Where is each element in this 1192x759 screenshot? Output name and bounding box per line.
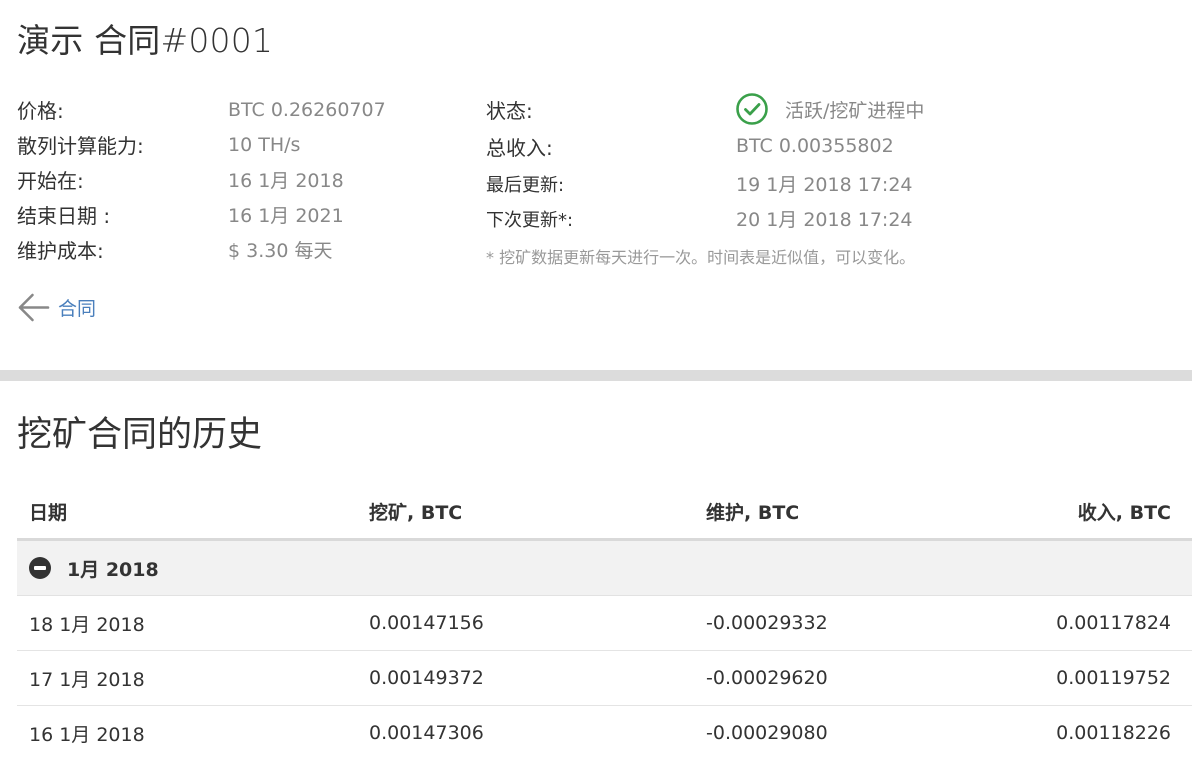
start-date-value: 16 1月 2018: [228, 170, 344, 192]
detail-row-next-update: 下次更新*: 20 1月 2018 17:24: [486, 201, 924, 236]
table-row: 18 1月 2018 0.00147156 -0.00029332 0.0011…: [17, 596, 1192, 651]
status-value: 活跃/挖矿进程中: [785, 99, 925, 122]
column-header-income: 收入, BTC: [1077, 502, 1171, 524]
detail-row-end: 结束日期 : 16 1月 2021: [17, 197, 386, 232]
detail-row-income: 总收入: BTC 0.00355802: [486, 126, 924, 166]
table-row: 17 1月 2018 0.00149372 -0.00029620 0.0011…: [17, 651, 1192, 706]
history-table: 日期 挖矿, BTC 维护, BTC 收入, BTC 1月 2018 18 1月…: [17, 485, 1192, 759]
end-date-value: 16 1月 2021: [228, 205, 344, 227]
end-date-label: 结束日期 :: [17, 204, 111, 228]
status-label: 状态:: [486, 98, 533, 123]
column-header-mined: 挖矿, BTC: [369, 502, 463, 524]
back-link-label: 合同: [58, 298, 97, 320]
maintenance-label: 维护成本:: [17, 239, 104, 263]
section-divider: [0, 370, 1192, 381]
detail-row-hashrate: 散列计算能力: 10 TH/s: [17, 127, 386, 162]
cell-date: 18 1月 2018: [29, 613, 145, 636]
income-label: 总收入:: [486, 135, 553, 160]
cell-date: 16 1月 2018: [29, 723, 145, 746]
last-update-label: 最后更新:: [486, 174, 565, 196]
cell-maintenance: -0.00029620: [706, 667, 828, 689]
cell-mined: 0.00147156: [369, 612, 484, 634]
hashrate-label: 散列计算能力:: [17, 134, 144, 158]
detail-row-maintenance: 维护成本: $ 3.30 每天: [17, 232, 386, 267]
month-group-toggle[interactable]: 1月 2018: [17, 541, 1192, 596]
cell-mined: 0.00149372: [369, 667, 484, 689]
detail-row-start: 开始在: 16 1月 2018: [17, 162, 386, 197]
contract-details-right: 状态: 活跃/挖矿进程中 总收入: BTC 0.00355802 最后更新: 1…: [486, 92, 924, 236]
column-header-date: 日期: [29, 502, 68, 524]
hashrate-value: 10 TH/s: [228, 133, 301, 156]
cell-income: 0.00119752: [1056, 667, 1171, 689]
table-row: 16 1月 2018 0.00147306 -0.00029080 0.0011…: [17, 706, 1192, 759]
cell-maintenance: -0.00029080: [706, 722, 828, 744]
minus-circle-icon[interactable]: [29, 557, 51, 579]
cell-maintenance: -0.00029332: [706, 612, 828, 634]
cell-mined: 0.00147306: [369, 722, 484, 744]
table-header: 日期 挖矿, BTC 维护, BTC 收入, BTC: [17, 485, 1192, 541]
status-indicator: 活跃/挖矿进程中: [736, 93, 924, 125]
detail-row-status: 状态: 活跃/挖矿进程中: [486, 92, 924, 126]
price-value: BTC 0.26260707: [228, 98, 386, 121]
detail-row-price: 价格: BTC 0.26260707: [17, 92, 386, 127]
update-note: * 挖矿数据更新每天进行一次。时间表是近似值，可以变化。: [486, 248, 916, 267]
history-title: 挖矿合同的历史: [17, 415, 263, 455]
month-group-label: 1月 2018: [67, 558, 159, 581]
arrow-left-icon: [18, 293, 50, 322]
start-date-label: 开始在:: [17, 169, 84, 193]
price-label: 价格:: [17, 99, 64, 123]
income-value: BTC 0.00355802: [736, 135, 894, 157]
next-update-label: 下次更新*:: [486, 209, 574, 231]
contract-page: 演示 合同#0001 价格: BTC 0.26260707 散列计算能力: 10…: [0, 0, 1192, 759]
check-circle-icon: [736, 93, 768, 125]
cell-income: 0.00118226: [1056, 722, 1171, 744]
maintenance-value: $ 3.30 每天: [228, 240, 333, 262]
page-title: 演示 合同#0001: [17, 21, 274, 60]
cell-income: 0.00117824: [1056, 612, 1171, 634]
next-update-value: 20 1月 2018 17:24: [736, 209, 913, 231]
back-to-contracts-link[interactable]: 合同: [17, 292, 96, 323]
contract-details-left: 价格: BTC 0.26260707 散列计算能力: 10 TH/s 开始在: …: [17, 92, 386, 267]
column-header-maintenance: 维护, BTC: [706, 502, 800, 524]
cell-date: 17 1月 2018: [29, 668, 145, 691]
last-update-value: 19 1月 2018 17:24: [736, 174, 913, 196]
detail-row-last-update: 最后更新: 19 1月 2018 17:24: [486, 166, 924, 201]
